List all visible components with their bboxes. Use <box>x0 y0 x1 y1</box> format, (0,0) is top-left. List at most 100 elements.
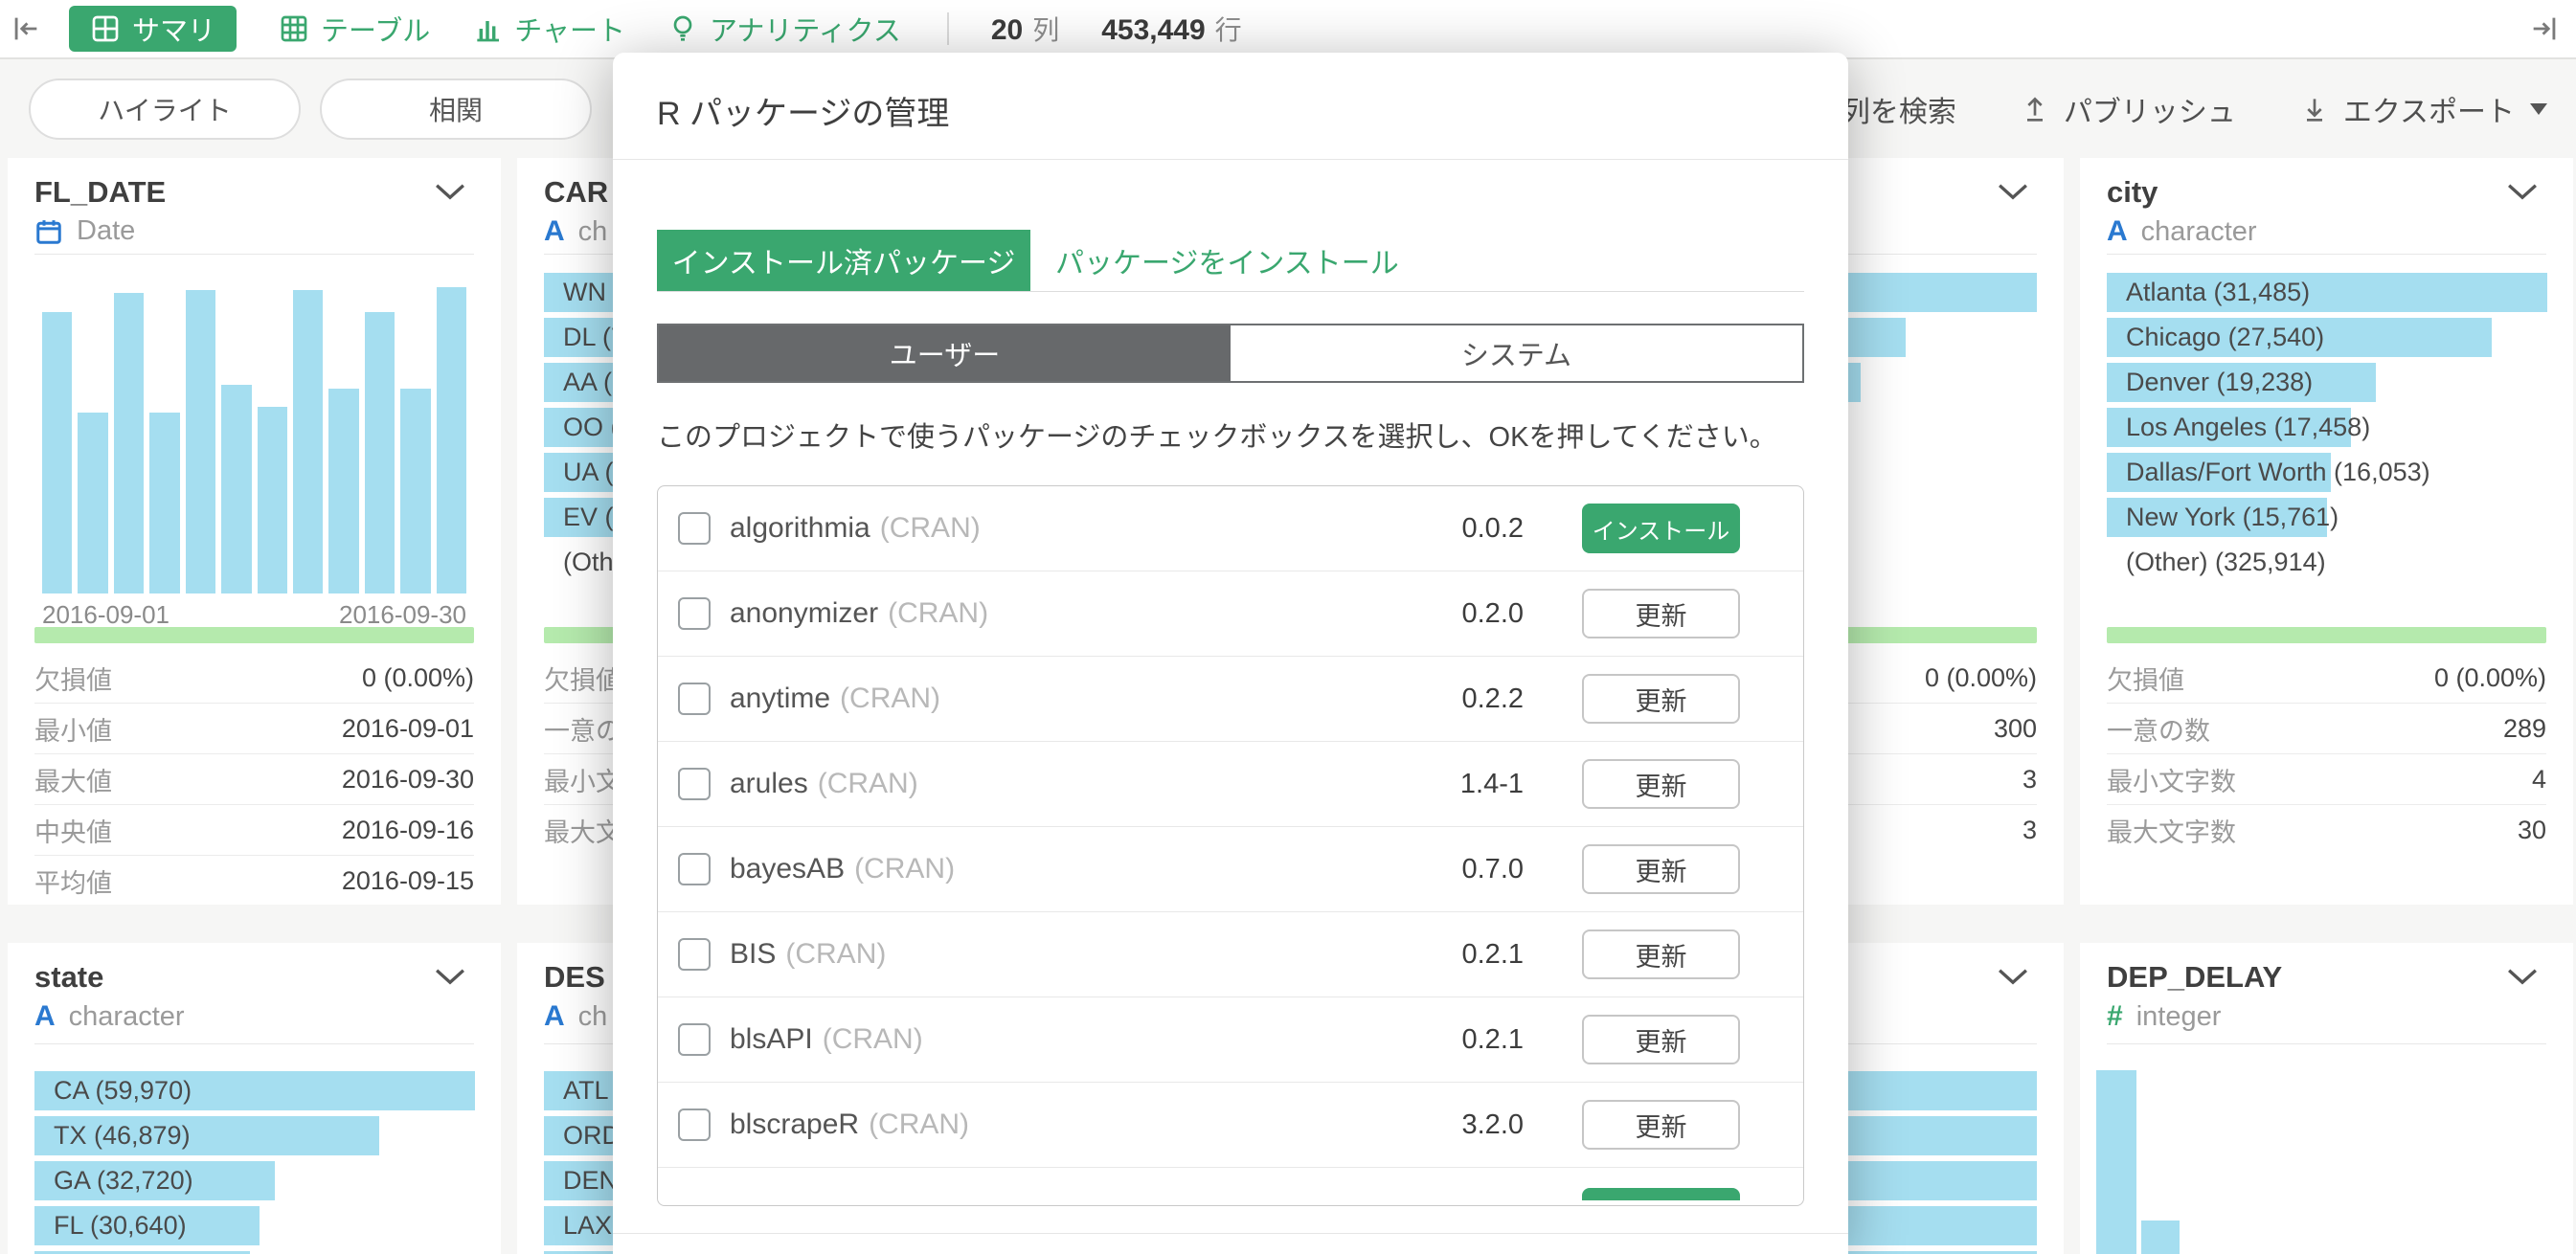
stat-row: 欠損値0 (0.00%) <box>2107 653 2546 704</box>
scope-toggle-system[interactable]: システム <box>1231 325 1802 381</box>
update-button[interactable]: 更新 <box>1582 759 1740 809</box>
package-row: BIS(CRAN)0.2.1更新 <box>658 912 1803 997</box>
app-root: サマリ テーブル チャート アナリティクス 20 列 453,449 <box>0 0 2576 1254</box>
update-button[interactable]: 更新 <box>1582 674 1740 724</box>
export-button[interactable]: エクスポート <box>2299 88 2547 130</box>
stat-label: 欠損値 <box>544 660 621 697</box>
scope-toggle-system-label: システム <box>1461 333 1571 373</box>
histogram-bar <box>42 312 72 593</box>
scope-toggle-user[interactable]: ユーザー <box>659 325 1231 381</box>
tab-chart-label: チャート <box>514 9 625 49</box>
package-checkbox[interactable] <box>678 853 711 885</box>
histogram-bar <box>149 413 179 593</box>
tab-table-label: テーブル <box>321 9 430 49</box>
chevron-down-icon[interactable] <box>2506 183 2539 205</box>
highlight-button[interactable]: ハイライト <box>29 78 301 140</box>
stat-value: 2016-09-15 <box>342 866 474 896</box>
package-name: BIS <box>730 938 776 971</box>
category-bar-label: (Other) (325,914) <box>2126 548 2326 577</box>
histogram-bar <box>437 287 466 593</box>
sub-actions: 列を検索 パブリッシュ エクスポート <box>1797 88 2547 130</box>
package-checkbox[interactable] <box>678 938 711 971</box>
package-row: blscrapeR(CRAN)3.2.0更新 <box>658 1083 1803 1168</box>
package-checkbox[interactable] <box>678 597 711 630</box>
export-caret-icon <box>2530 103 2547 115</box>
chevron-down-icon[interactable] <box>434 183 466 205</box>
tab-chart[interactable]: チャート <box>472 9 625 49</box>
package-row: anonymizer(CRAN)0.2.0更新 <box>658 571 1803 657</box>
histogram-bar <box>2096 1070 2136 1254</box>
stat-value: 3 <box>2022 765 2037 795</box>
stat-label: 中央値 <box>34 812 112 849</box>
histogram-bar <box>186 290 215 593</box>
stat-value: 0 (0.00%) <box>362 663 474 693</box>
top-toolbar: サマリ テーブル チャート アナリティクス 20 列 453,449 <box>0 0 2576 59</box>
column-card-city: city A character Atlanta (31,485)Chicago… <box>2080 158 2573 905</box>
category-bar-label: Atlanta (31,485) <box>2126 278 2310 307</box>
install-button-partial[interactable] <box>1582 1188 1740 1200</box>
correlation-button[interactable]: 相関 <box>320 78 592 140</box>
category-bar-row: FL (30,640) <box>34 1206 474 1245</box>
update-button[interactable]: 更新 <box>1582 1100 1740 1150</box>
publish-button[interactable]: パブリッシュ <box>2020 88 2236 130</box>
card-type: A character <box>34 1000 185 1033</box>
category-bar-row: Atlanta (31,485) <box>2107 273 2546 312</box>
modal-instruction: このプロジェクトで使うパッケージのチェックボックスを選択し、OKを押してください… <box>657 414 1804 455</box>
package-checkbox[interactable] <box>678 512 711 545</box>
package-name: anonymizer <box>730 597 878 630</box>
package-row: bayesAB(CRAN)0.7.0更新 <box>658 827 1803 912</box>
collapse-right-icon[interactable] <box>2528 12 2561 45</box>
histogram-bar <box>365 312 395 593</box>
package-name: blsAPI <box>730 1023 813 1056</box>
category-bar-label: Chicago (27,540) <box>2126 323 2324 352</box>
fl-date-axis: 2016-09-01 2016-09-30 <box>42 600 466 630</box>
summary-grid-icon <box>90 13 121 44</box>
tab-analytics[interactable]: アナリティクス <box>667 9 901 49</box>
chevron-down-icon[interactable] <box>434 968 466 990</box>
package-version: 0.2.0 <box>1462 598 1525 630</box>
stat-label: 最大値 <box>34 761 112 798</box>
rows-count: 453,449 行 <box>1101 10 1241 48</box>
export-down-icon <box>2299 94 2330 124</box>
table-grid-icon <box>279 13 309 44</box>
histogram-bar <box>328 389 358 593</box>
column-card-state: state A character CA (59,970)TX (46,879)… <box>8 943 501 1254</box>
search-columns-label: 列を検索 <box>1842 88 1956 130</box>
rows-count-value: 453,449 <box>1101 14 1205 47</box>
update-button[interactable]: 更新 <box>1582 844 1740 894</box>
update-button[interactable]: 更新 <box>1582 1015 1740 1064</box>
category-bar-label: DEN <box>563 1166 618 1196</box>
collapse-left-icon[interactable] <box>10 12 42 45</box>
histogram-bar <box>293 290 323 593</box>
package-checkbox[interactable] <box>678 768 711 800</box>
modal-footer-divider <box>613 1233 1848 1234</box>
package-checkbox[interactable] <box>678 1023 711 1056</box>
publish-label: パブリッシュ <box>2064 88 2236 130</box>
stat-label: 最大文字数 <box>2107 812 2236 849</box>
package-checkbox[interactable] <box>678 1108 711 1141</box>
tab-installed-packages[interactable]: インストール済パッケージ <box>657 230 1030 291</box>
install-button[interactable]: インストール <box>1582 504 1740 553</box>
chevron-down-icon[interactable] <box>1997 968 2029 990</box>
tab-table[interactable]: テーブル <box>279 9 430 49</box>
update-button[interactable]: 更新 <box>1582 589 1740 638</box>
tab-summary[interactable]: サマリ <box>69 6 237 52</box>
stat-row: 一意の数289 <box>2107 704 2546 754</box>
modal-tabs: インストール済パッケージ パッケージをインストール <box>657 230 1804 291</box>
tab-install-packages[interactable]: パッケージをインストール <box>1055 230 1399 291</box>
package-checkbox[interactable] <box>678 683 711 715</box>
summary-green-bar <box>34 627 474 643</box>
package-version: 0.2.2 <box>1462 683 1525 715</box>
stat-label: 一意の数 <box>2107 710 2210 748</box>
column-card-fl-date: FL_DATE Date 2016-09-01 2016-09-30 欠損値0 … <box>8 158 501 905</box>
update-button[interactable]: 更新 <box>1582 929 1740 979</box>
card-title: FL_DATE <box>34 175 166 210</box>
package-name: blscrapeR <box>730 1108 859 1141</box>
stat-value: 2016-09-01 <box>342 714 474 744</box>
category-bar-row: GA (32,720) <box>34 1161 474 1200</box>
category-bar-label: ORD <box>563 1121 621 1151</box>
category-bar-label: TX (46,879) <box>54 1121 191 1151</box>
dep-delay-histogram <box>2080 943 2573 1254</box>
modal-header-divider <box>613 159 1848 160</box>
chevron-down-icon[interactable] <box>1997 183 2029 205</box>
